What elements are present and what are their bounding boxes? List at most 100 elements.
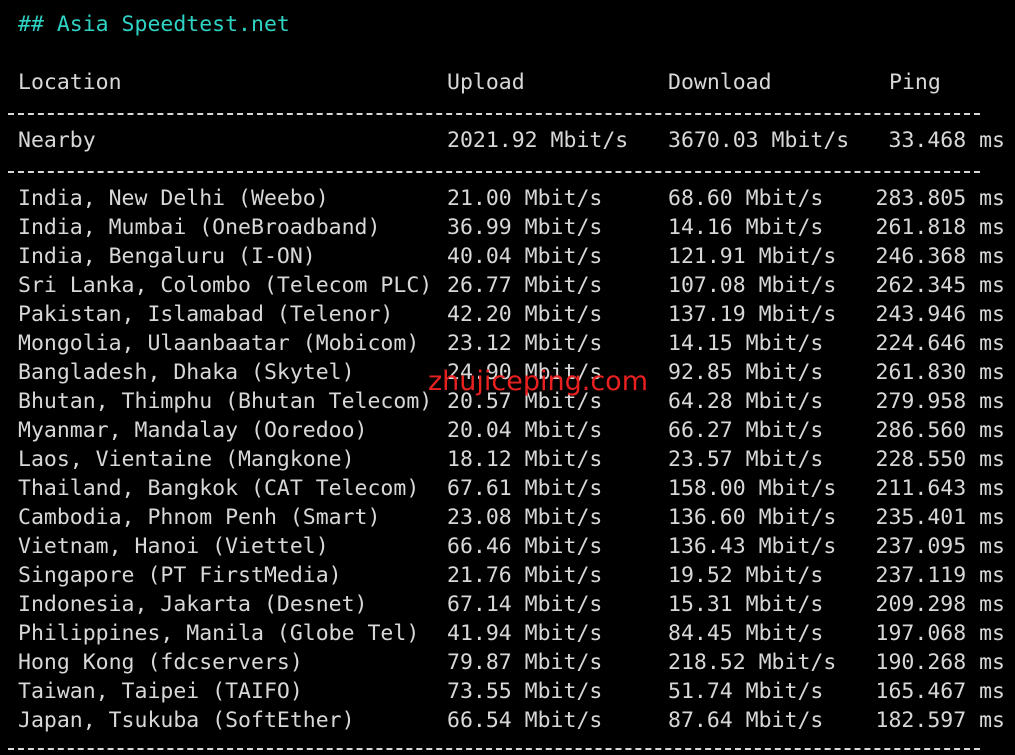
row-ping: 197.068 ms xyxy=(875,621,1005,646)
row-location: Myanmar, Mandalay (Ooredoo) xyxy=(18,418,368,443)
row-location: Laos, Vientaine (Mangkone) xyxy=(18,447,355,472)
row-upload: 21.00 Mbit/s xyxy=(447,186,603,211)
table-row: Taiwan, Taipei (TAIFO) 73.55 Mbit/s 51.74 … xyxy=(18,677,1005,706)
row-upload: 67.14 Mbit/s xyxy=(447,592,603,617)
row-location: Mongolia, Ulaanbaatar (Mobicom) xyxy=(18,331,420,356)
row-upload: 67.61 Mbit/s xyxy=(447,476,603,501)
row-ping: 237.095 ms xyxy=(875,534,1005,559)
row-location: Cambodia, Phnom Penh (Smart) xyxy=(18,505,381,530)
row-location: Hong Kong (fdcservers) xyxy=(18,650,303,675)
row-ping: 165.467 ms xyxy=(875,679,1005,704)
row-upload: 40.04 Mbit/s xyxy=(447,244,603,269)
table-row: Hong Kong (fdcservers) 79.87 Mbit/s 218.52… xyxy=(18,648,1005,677)
row-download: 51.74 Mbit/s xyxy=(668,679,824,704)
row-upload: 36.99 Mbit/s xyxy=(447,215,603,240)
nearby-ping: 33.468 ms xyxy=(888,128,1006,153)
table-row: Indonesia, Jakarta (Desnet) 67.14 Mbit/s 1… xyxy=(18,590,1005,619)
row-location: Sri Lanka, Colombo (Telecom PLC) xyxy=(18,273,433,298)
row-download: 14.15 Mbit/s xyxy=(668,331,824,356)
row-ping: 182.597 ms xyxy=(875,708,1005,733)
table-row: Myanmar, Mandalay (Ooredoo) 20.04 Mbit/s 6… xyxy=(18,416,1005,445)
row-ping: 224.646 ms xyxy=(875,331,1005,356)
row-download: 14.16 Mbit/s xyxy=(668,215,824,240)
row-download: 137.19 Mbit/s xyxy=(668,302,837,327)
section-heading: ## Asia Speedtest.net xyxy=(18,12,290,37)
row-ping: 211.643 ms xyxy=(875,476,1005,501)
table-header: Location Upload Download Ping xyxy=(18,68,1005,97)
row-location: Bhutan, Thimphu (Bhutan Telecom) xyxy=(18,389,433,414)
row-location: Japan, Tsukuba (SoftEther) xyxy=(18,708,355,733)
row-location: Taiwan, Taipei (TAIFO) xyxy=(18,679,303,704)
row-download: 23.57 Mbit/s xyxy=(668,447,824,472)
separator-top xyxy=(8,113,980,117)
table-row: Cambodia, Phnom Penh (Smart) 23.08 Mbit/s… xyxy=(18,503,1005,532)
table-row: India, New Delhi (Weebo) 21.00 Mbit/s 68.6… xyxy=(18,184,1005,213)
row-ping: 283.805 ms xyxy=(875,186,1005,211)
row-download: 136.43 Mbit/s xyxy=(668,534,837,559)
nearby-upload: 2021.92 Mbit/s xyxy=(447,128,629,153)
row-upload: 42.20 Mbit/s xyxy=(447,302,603,327)
row-location: Philippines, Manila (Globe Tel) xyxy=(18,621,420,646)
row-upload: 26.77 Mbit/s xyxy=(447,273,603,298)
row-download: 136.60 Mbit/s xyxy=(668,505,837,530)
row-ping: 261.818 ms xyxy=(875,215,1005,240)
row-upload: 73.55 Mbit/s xyxy=(447,679,603,704)
row-upload: 79.87 Mbit/s xyxy=(447,650,603,675)
row-upload: 20.04 Mbit/s xyxy=(447,418,603,443)
table-row: Philippines, Manila (Globe Tel) 41.94 Mbi… xyxy=(18,619,1005,648)
table-row: Sri Lanka, Colombo (Telecom PLC) 26.77 Mb… xyxy=(18,271,1005,300)
row-ping: 246.368 ms xyxy=(875,244,1005,269)
nearby-location: Nearby xyxy=(18,128,96,153)
row-ping: 237.119 ms xyxy=(875,563,1005,588)
row-ping: 190.268 ms xyxy=(875,650,1005,675)
separator-middle xyxy=(8,171,980,175)
row-location: Singapore (PT FirstMedia) xyxy=(18,563,342,588)
row-download: 158.00 Mbit/s xyxy=(668,476,837,501)
row-download: 66.27 Mbit/s xyxy=(668,418,824,443)
table-row: India, Mumbai (OneBroadband) 36.99 Mbit/s… xyxy=(18,213,1005,242)
row-ping: 228.550 ms xyxy=(875,447,1005,472)
nearby-row: Nearby 2021.92 Mbit/s 3670.03 Mbit/s 33.… xyxy=(18,126,1005,155)
table-row: Laos, Vientaine (Mangkone) 18.12 Mbit/s 23… xyxy=(18,445,1005,474)
row-location: Thailand, Bangkok (CAT Telecom) xyxy=(18,476,420,501)
row-download: 87.64 Mbit/s xyxy=(668,708,824,733)
row-upload: 23.08 Mbit/s xyxy=(447,505,603,530)
row-location: Pakistan, Islamabad (Telenor) xyxy=(18,302,394,327)
row-download: 15.31 Mbit/s xyxy=(668,592,824,617)
row-upload: 66.54 Mbit/s xyxy=(447,708,603,733)
column-header-location: Location xyxy=(18,70,122,95)
table-row: Vietnam, Hanoi (Viettel) 66.46 Mbit/s 136.… xyxy=(18,532,1005,561)
table-row: Japan, Tsukuba (SoftEther) 66.54 Mbit/s 87… xyxy=(18,706,1005,735)
row-download: 107.08 Mbit/s xyxy=(668,273,837,298)
row-upload: 18.12 Mbit/s xyxy=(447,447,603,472)
row-ping: 261.830 ms xyxy=(875,360,1005,385)
row-download: 218.52 Mbit/s xyxy=(668,650,837,675)
table-row: Pakistan, Islamabad (Telenor) 42.20 Mbit/… xyxy=(18,300,1005,329)
column-header-upload: Upload xyxy=(447,70,525,95)
row-ping: 243.946 ms xyxy=(875,302,1005,327)
row-ping: 235.401 ms xyxy=(875,505,1005,530)
row-upload: 41.94 Mbit/s xyxy=(447,621,603,646)
nearby-download: 3670.03 Mbit/s xyxy=(668,128,850,153)
row-location: India, Bengaluru (I-ON) xyxy=(18,244,316,269)
row-upload: 21.76 Mbit/s xyxy=(447,563,603,588)
row-download: 121.91 Mbit/s xyxy=(668,244,837,269)
row-download: 19.52 Mbit/s xyxy=(668,563,824,588)
column-header-download: Download xyxy=(668,70,772,95)
row-ping: 286.560 ms xyxy=(875,418,1005,443)
table-row: Thailand, Bangkok (CAT Telecom) 67.61 Mbi… xyxy=(18,474,1005,503)
row-upload: 66.46 Mbit/s xyxy=(447,534,603,559)
watermark-text: zhujiceping.com xyxy=(428,366,648,397)
row-ping: 209.298 ms xyxy=(875,592,1005,617)
terminal-window: ## Asia Speedtest.net Location Upload Do… xyxy=(0,0,1015,755)
row-download: 84.45 Mbit/s xyxy=(668,621,824,646)
row-location: Vietnam, Hanoi (Viettel) xyxy=(18,534,329,559)
row-ping: 279.958 ms xyxy=(875,389,1005,414)
column-header-ping: Ping xyxy=(889,70,941,95)
row-location: Bangladesh, Dhaka (Skytel) xyxy=(18,360,355,385)
row-ping: 262.345 ms xyxy=(875,273,1005,298)
row-location: India, New Delhi (Weebo) xyxy=(18,186,329,211)
row-location: India, Mumbai (OneBroadband) xyxy=(18,215,381,240)
row-download: 64.28 Mbit/s xyxy=(668,389,824,414)
table-row: Singapore (PT FirstMedia) 21.76 Mbit/s 19.… xyxy=(18,561,1005,590)
